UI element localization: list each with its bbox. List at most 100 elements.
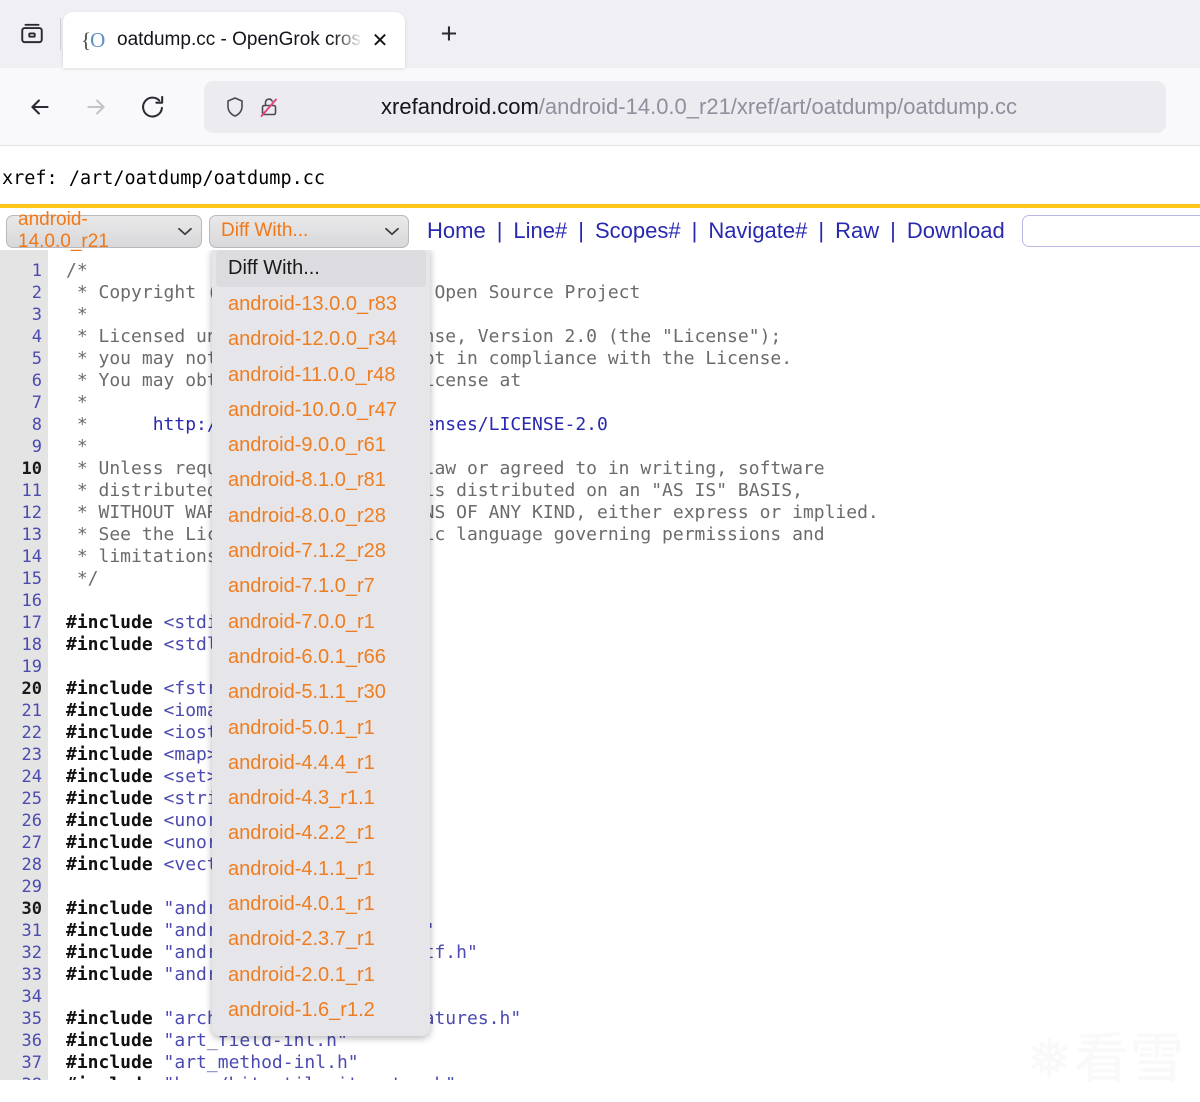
link-home[interactable]: Home xyxy=(424,218,489,244)
code-line: 10 * Unless required by applicable law o… xyxy=(0,458,1200,480)
code-line: 2 * Copyright (C) 2011 The Android Open … xyxy=(0,282,1200,304)
project-select[interactable]: android-14.0.0_r21 xyxy=(6,209,202,252)
line-number[interactable]: 24 xyxy=(0,766,42,788)
shield-icon[interactable] xyxy=(218,90,252,124)
menu-separator: | xyxy=(890,218,896,243)
line-number[interactable]: 21 xyxy=(0,700,42,722)
line-number[interactable]: 33 xyxy=(0,964,42,986)
search-input[interactable] xyxy=(1021,215,1200,247)
dropdown-item[interactable]: android-13.0.0_r83 xyxy=(212,287,430,322)
link-download[interactable]: Download xyxy=(904,218,1008,244)
dropdown-item[interactable]: android-10.0.0_r47 xyxy=(212,393,430,428)
browser-tab[interactable]: {O oatdump.cc - OpenGrok cros ✕ xyxy=(63,12,405,68)
dropdown-item[interactable]: android-5.1.1_r30 xyxy=(212,675,430,710)
line-number[interactable]: 20 xyxy=(0,678,42,700)
dropdown-item[interactable]: android-4.0.1_r1 xyxy=(212,887,430,922)
new-tab-icon[interactable]: + xyxy=(427,12,471,56)
line-number[interactable]: 19 xyxy=(0,656,42,678)
menu-separator: | xyxy=(578,218,584,243)
close-icon[interactable]: ✕ xyxy=(365,25,395,55)
url-bar[interactable]: xrefandroid.com/android-14.0.0_r21/xref/… xyxy=(204,80,1166,133)
dropdown-item[interactable]: android-5.0.1_r1 xyxy=(212,711,430,746)
line-number[interactable]: 26 xyxy=(0,810,42,832)
menu-separator: | xyxy=(818,218,825,243)
line-number[interactable]: 11 xyxy=(0,480,42,502)
line-number[interactable]: 5 xyxy=(0,348,42,370)
dropdown-item[interactable]: android-1.6_r1.2 xyxy=(212,993,430,1028)
line-number[interactable]: 18 xyxy=(0,634,42,656)
line-number[interactable]: 8 xyxy=(0,414,42,436)
dropdown-item[interactable]: android-4.4.4_r1 xyxy=(212,746,430,781)
lock-insecure-icon[interactable] xyxy=(252,90,286,124)
reload-icon[interactable] xyxy=(126,81,178,133)
code-line: 27#include <unordered_set> xyxy=(0,832,1200,854)
diff-with-dropdown[interactable]: Diff With... android-13.0.0_r83 android-1… xyxy=(212,250,430,1037)
dropdown-item[interactable]: android-4.3_r1.1 xyxy=(212,781,430,816)
line-number[interactable]: 27 xyxy=(0,832,42,854)
link-navigate[interactable]: Navigate# xyxy=(705,218,810,244)
line-number[interactable]: 15 xyxy=(0,568,42,590)
code-text: /* xyxy=(66,260,88,281)
code-line: 32#include "android-base/stringprintf.h" xyxy=(0,942,1200,964)
dropdown-item[interactable]: android-8.1.0_r81 xyxy=(212,463,430,498)
dropdown-item[interactable]: android-11.0.0_r48 xyxy=(212,358,430,393)
line-number[interactable]: 1 xyxy=(0,260,42,282)
line-number[interactable]: 7 xyxy=(0,392,42,414)
line-number[interactable]: 29 xyxy=(0,876,42,898)
opengrok-toolbar: android-14.0.0_r21 Diff With... Home | L… xyxy=(0,208,1200,252)
link-scopes[interactable]: Scopes# xyxy=(592,218,684,244)
line-number[interactable]: 30 xyxy=(0,898,42,920)
tab-list-icon[interactable] xyxy=(8,10,56,58)
code-line: 5 * you may not use this file except in … xyxy=(0,348,1200,370)
dropdown-item[interactable]: android-7.1.0_r7 xyxy=(212,569,430,604)
dropdown-item[interactable]: android-4.2.2_r1 xyxy=(212,816,430,851)
dropdown-item[interactable]: android-4.1.1_r1 xyxy=(212,852,430,887)
line-number[interactable]: 10 xyxy=(0,458,42,480)
line-number[interactable]: 9 xyxy=(0,436,42,458)
line-number[interactable]: 38 xyxy=(0,1074,42,1080)
dropdown-item[interactable]: android-2.3.7_r1 xyxy=(212,922,430,957)
dropdown-item[interactable]: android-9.0.0_r61 xyxy=(212,428,430,463)
dropdown-item[interactable]: android-7.1.2_r28 xyxy=(212,534,430,569)
navigation-bar: xrefandroid.com/android-14.0.0_r21/xref/… xyxy=(0,68,1200,146)
code-text: * distributed under the License is distr… xyxy=(66,480,803,501)
line-number[interactable]: 34 xyxy=(0,986,42,1008)
url-text: xrefandroid.com/android-14.0.0_r21/xref/… xyxy=(286,94,1152,120)
code-line: 20#include <fstream> xyxy=(0,678,1200,700)
forward-icon[interactable] xyxy=(70,81,122,133)
page-content: xref: /art/oatdump/oatdump.cc android-14… xyxy=(0,146,1200,1092)
line-number[interactable]: 4 xyxy=(0,326,42,348)
diff-with-select[interactable]: Diff With... xyxy=(209,214,409,248)
line-number[interactable]: 12 xyxy=(0,502,42,524)
dropdown-header[interactable]: Diff With... xyxy=(216,250,426,287)
code-line: 19 xyxy=(0,656,1200,678)
line-number[interactable]: 35 xyxy=(0,1008,42,1030)
dropdown-item[interactable]: android-7.0.0_r1 xyxy=(212,605,430,640)
dropdown-item[interactable]: android-8.0.0_r28 xyxy=(212,499,430,534)
line-number[interactable]: 17 xyxy=(0,612,42,634)
line-number[interactable]: 13 xyxy=(0,524,42,546)
opengrok-favicon-icon: {O xyxy=(81,28,105,52)
dropdown-item[interactable]: android-12.0.0_r34 xyxy=(212,322,430,357)
line-number[interactable]: 23 xyxy=(0,744,42,766)
code-line: 37 #include "art_method-inl.h" xyxy=(0,1052,1200,1074)
line-number[interactable]: 22 xyxy=(0,722,42,744)
code-line: 28 #include <vector> xyxy=(0,854,1200,876)
line-number[interactable]: 6 xyxy=(0,370,42,392)
link-line-number[interactable]: Line# xyxy=(510,218,570,244)
line-number[interactable]: 32 xyxy=(0,942,42,964)
back-icon[interactable] xyxy=(14,81,66,133)
line-number[interactable]: 36 xyxy=(0,1030,42,1052)
link-raw[interactable]: Raw xyxy=(832,218,882,244)
line-number[interactable]: 14 xyxy=(0,546,42,568)
line-number[interactable]: 16 xyxy=(0,590,42,612)
dropdown-item[interactable]: android-2.0.1_r1 xyxy=(212,958,430,993)
dropdown-item[interactable]: android-6.0.1_r66 xyxy=(212,640,430,675)
line-number[interactable]: 25 xyxy=(0,788,42,810)
line-number[interactable]: 28 xyxy=(0,854,42,876)
tab-strip-divider xyxy=(60,18,61,50)
line-number[interactable]: 37 xyxy=(0,1052,42,1074)
line-number[interactable]: 3 xyxy=(0,304,42,326)
line-number[interactable]: 2 xyxy=(0,282,42,304)
line-number[interactable]: 31 xyxy=(0,920,42,942)
